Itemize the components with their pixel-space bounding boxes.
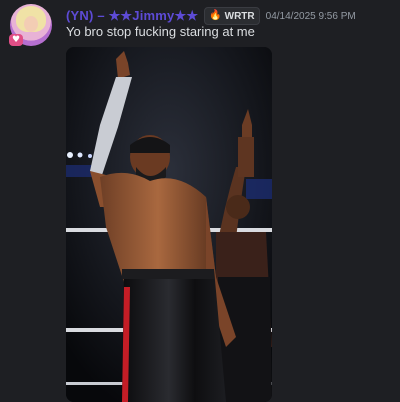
avatar-decoration-icon: ♥ bbox=[9, 34, 23, 46]
wrestler-photo bbox=[66, 47, 272, 402]
server-tag[interactable]: 🔥 WRTR bbox=[204, 7, 260, 25]
message-timestamp[interactable]: 04/14/2025 9:56 PM bbox=[266, 11, 356, 22]
message-content: Yo bro stop fucking staring at me bbox=[66, 24, 255, 39]
message-header: (YN) – ★★Jimmy★★ 🔥 WRTR 04/14/2025 9:56 … bbox=[66, 7, 356, 25]
image-attachment[interactable] bbox=[66, 47, 272, 402]
flame-icon: 🔥 bbox=[209, 10, 222, 21]
chat-message: ♥ (YN) – ★★Jimmy★★ 🔥 WRTR 04/14/2025 9:5… bbox=[0, 0, 400, 402]
username[interactable]: (YN) – ★★Jimmy★★ bbox=[66, 8, 198, 24]
avatar-face bbox=[24, 16, 38, 32]
server-tag-label: WRTR bbox=[224, 10, 255, 22]
